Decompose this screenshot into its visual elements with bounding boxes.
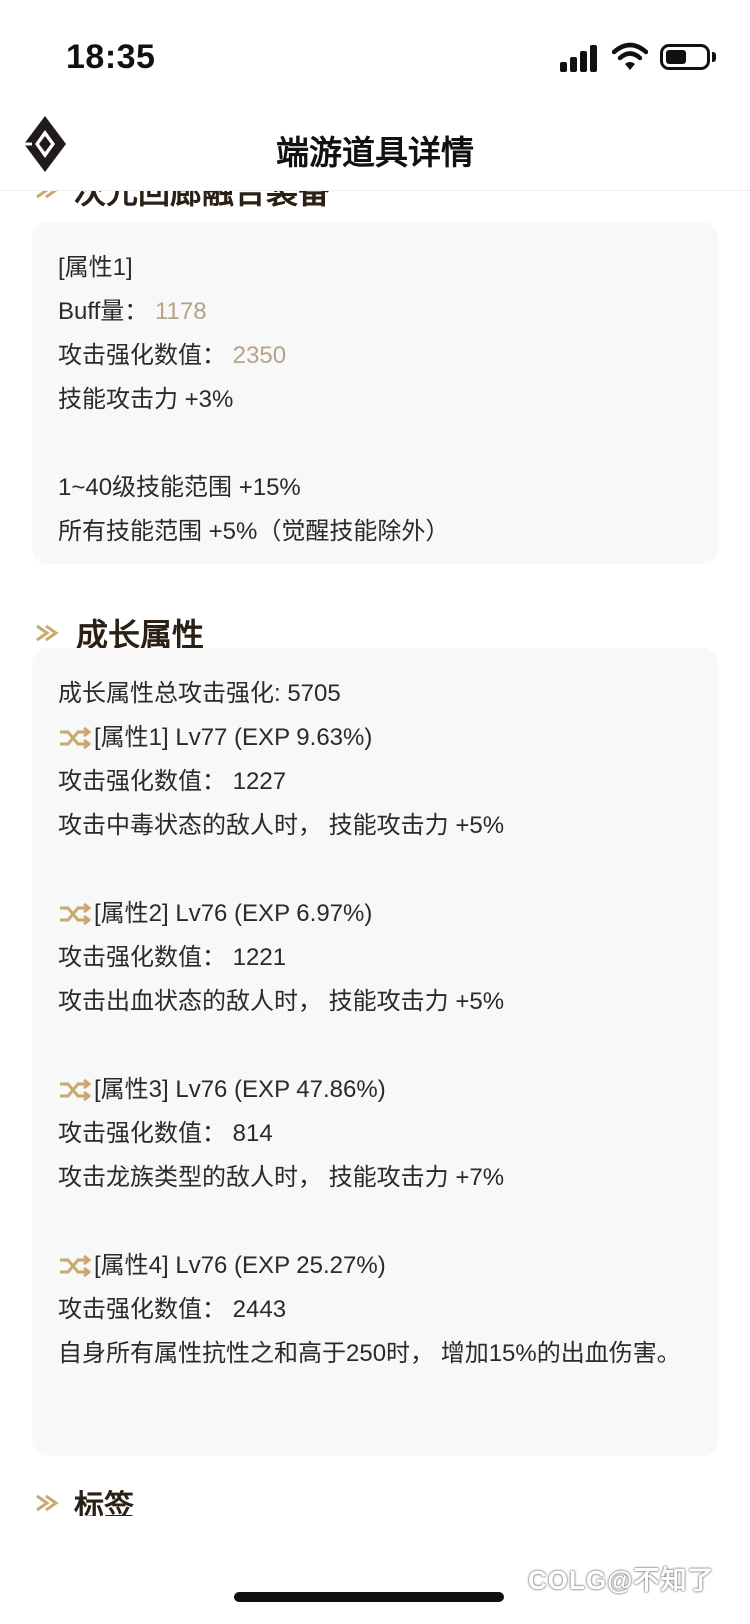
buff-line: Buff量： 1178 xyxy=(58,290,692,334)
status-bar: 18:35 xyxy=(0,0,750,100)
nav-bar: 端游道具详情 xyxy=(0,100,750,191)
prop-attack: 攻击强化数值： 814 xyxy=(58,1120,273,1147)
shuffle-icon xyxy=(60,1255,92,1277)
cellular-signal-icon xyxy=(560,44,602,72)
buff-label: Buff量： xyxy=(58,298,149,325)
prop-title-label: [属性2] Lv76 (EXP 6.97%) xyxy=(94,900,373,927)
attr-header: [属性1] xyxy=(58,254,133,281)
prop-attack: 攻击强化数值： 2443 xyxy=(58,1296,287,1323)
growth-card: 成长属性总攻击强化: 5705 [属性1] Lv77 (EXP 9.63%) 攻… xyxy=(32,648,718,1456)
attack-label: 攻击强化数值： xyxy=(58,342,226,369)
buff-value: 1178 xyxy=(154,298,207,325)
prop-effect: 攻击出血状态的敌人时， 技能攻击力 +5% xyxy=(58,988,505,1015)
attribute-card: [属性1] Buff量： 1178 攻击强化数值： 2350 技能攻击力 +3%… xyxy=(32,222,718,564)
prop-effect: 攻击龙族类型的敌人时， 技能攻击力 +7% xyxy=(58,1164,505,1191)
prop-effect: 攻击中毒状态的敌人时， 技能攻击力 +5% xyxy=(58,812,505,839)
growth-prop-title: [属性3] Lv76 (EXP 47.86%) xyxy=(58,1068,692,1112)
prop-title-label: [属性3] Lv76 (EXP 47.86%) xyxy=(94,1076,386,1103)
prop-effect: 自身所有属性抗性之和高于250时， 增加15%的出血伤害。 xyxy=(58,1340,681,1367)
growth-prop-title: [属性1] Lv77 (EXP 9.63%) xyxy=(58,716,692,760)
growth-prop-title: [属性4] Lv76 (EXP 25.27%) xyxy=(58,1244,692,1288)
range-all-line: 所有技能范围 +5%（觉醒技能除外） xyxy=(58,518,450,545)
wifi-icon xyxy=(612,42,648,70)
battery-icon xyxy=(660,44,710,70)
skill-attack-line: 技能攻击力 +3% xyxy=(58,386,234,413)
shuffle-icon xyxy=(60,727,92,749)
battery-cap xyxy=(712,52,716,62)
watermark: COLG@不知了 xyxy=(528,1565,715,1595)
attack-line: 攻击强化数值： 2350 xyxy=(58,334,692,378)
growth-total: 成长属性总攻击强化: 5705 xyxy=(58,680,341,707)
growth-prop-title: [属性2] Lv76 (EXP 6.97%) xyxy=(58,892,692,936)
prop-title-label: [属性4] Lv76 (EXP 25.27%) xyxy=(94,1252,386,1279)
prop-attack: 攻击强化数值： 1221 xyxy=(58,944,287,971)
prop-title-label: [属性1] Lv77 (EXP 9.63%) xyxy=(94,724,373,751)
tags-heading-label: 标签 xyxy=(74,1490,134,1516)
page-title: 端游道具详情 xyxy=(276,134,474,171)
home-indicator[interactable] xyxy=(234,1592,504,1602)
prop-attack: 攻击强化数值： 1227 xyxy=(58,768,287,795)
shuffle-icon xyxy=(60,1079,92,1101)
attack-value: 2350 xyxy=(232,342,287,369)
section-heading-tags: 标签 xyxy=(34,1490,134,1516)
double-chevron-arrow-icon xyxy=(36,624,59,642)
status-time: 18:35 xyxy=(66,38,156,76)
shuffle-icon xyxy=(60,903,92,925)
range-1-40-line: 1~40级技能范围 +15% xyxy=(58,474,301,501)
double-chevron-arrow-icon xyxy=(36,1494,59,1512)
